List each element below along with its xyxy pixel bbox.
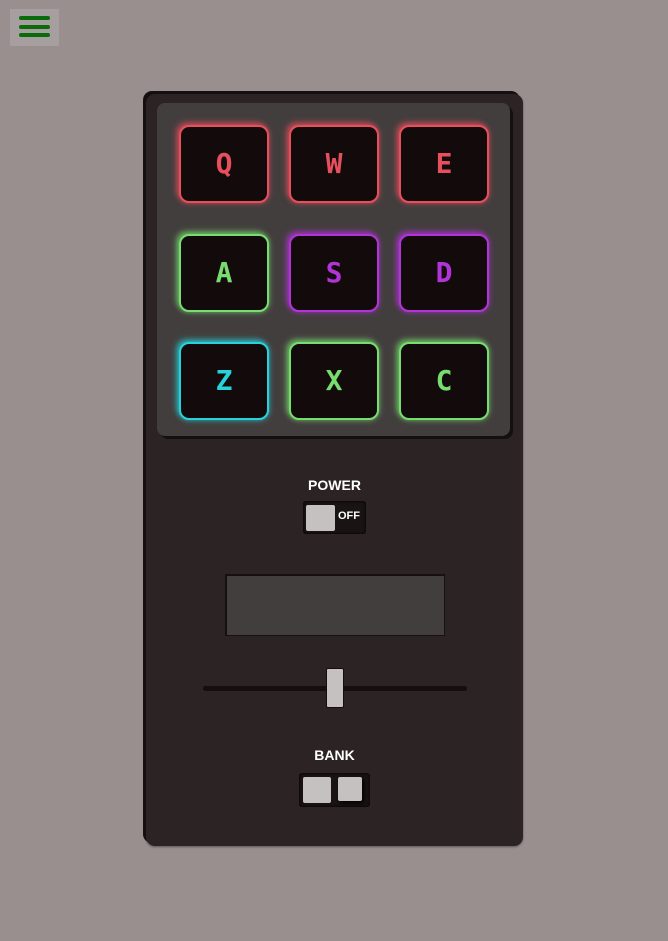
drum-pad-z[interactable]: Z [179, 342, 269, 420]
hamburger-menu-button[interactable] [10, 9, 59, 46]
drum-pad-c[interactable]: C [399, 342, 489, 420]
bank-label: BANK [314, 747, 355, 763]
power-toggle-knob [306, 505, 335, 531]
sound-display [225, 574, 445, 636]
drum-machine: Q W E A S D Z X C POWER OFF BANK [146, 94, 523, 846]
power-label: POWER [308, 477, 361, 493]
drum-pad-w[interactable]: W [289, 125, 379, 203]
bank-toggle-knob [303, 777, 331, 803]
drum-pad-d[interactable]: D [399, 234, 489, 312]
drum-pad-grid: Q W E A S D Z X C [157, 103, 510, 436]
hamburger-menu-icon [19, 16, 50, 20]
drum-pad-x[interactable]: X [289, 342, 379, 420]
bank-toggle-knob-alt [338, 777, 362, 801]
power-toggle[interactable]: OFF [303, 501, 366, 534]
bank-toggle[interactable] [299, 773, 370, 807]
drum-pad-q[interactable]: Q [179, 125, 269, 203]
drum-pad-s[interactable]: S [289, 234, 379, 312]
drum-pad-a[interactable]: A [179, 234, 269, 312]
volume-slider-thumb[interactable] [326, 668, 344, 708]
drum-pad-e[interactable]: E [399, 125, 489, 203]
power-state-text: OFF [338, 510, 360, 522]
